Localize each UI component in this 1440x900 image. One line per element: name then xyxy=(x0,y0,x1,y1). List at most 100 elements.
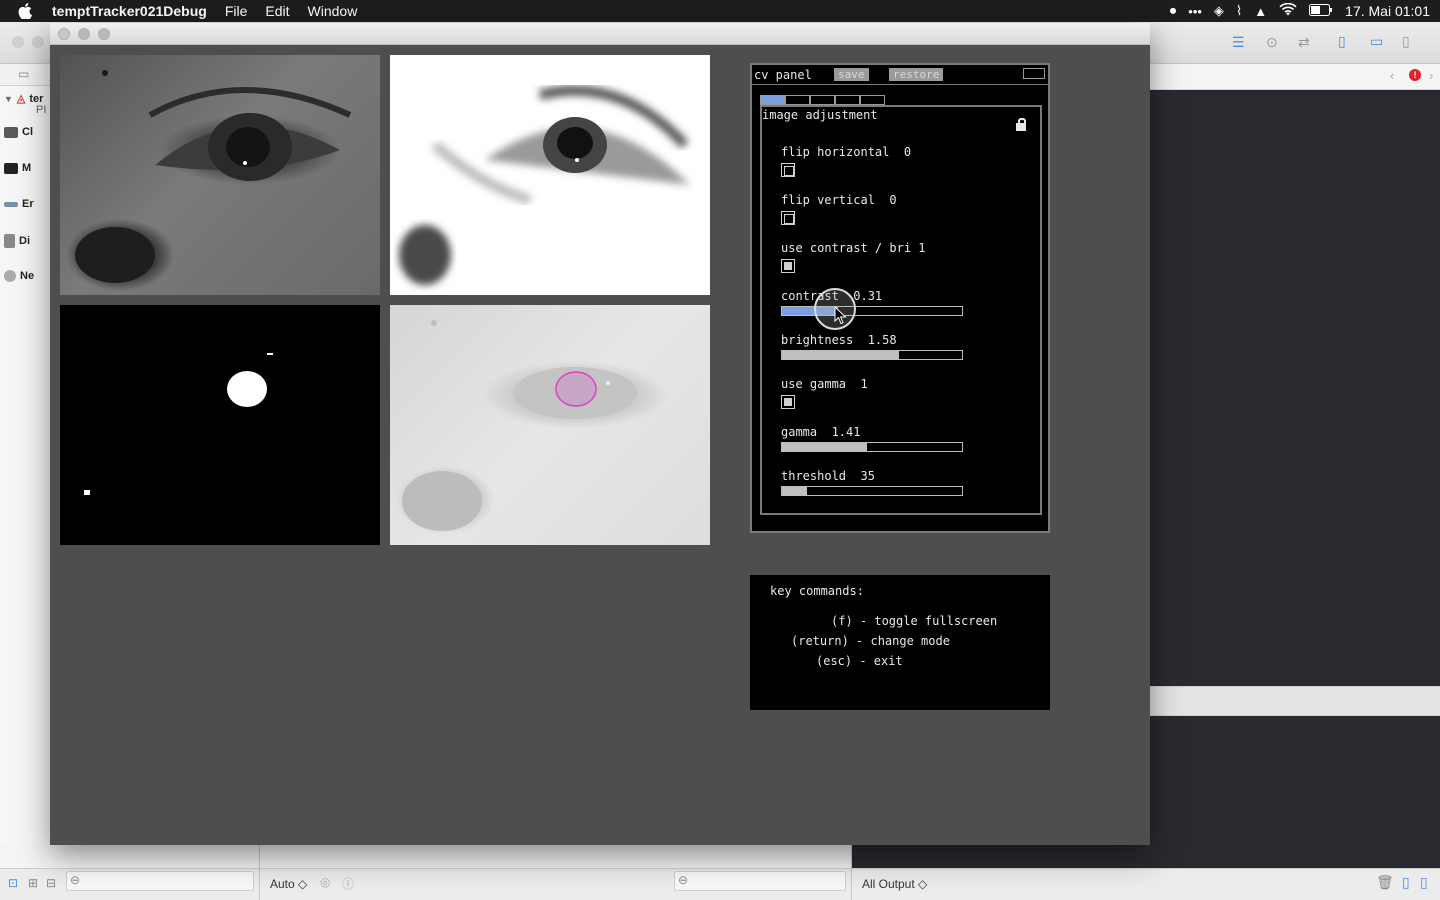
minimize-panel-button[interactable] xyxy=(1023,68,1045,79)
navigator-toggle-icon[interactable]: ▯ xyxy=(1338,33,1346,50)
use-contrast-label: use contrast / bri 1 xyxy=(781,241,926,255)
pupil-marker xyxy=(555,371,597,407)
jump-bar: ‹ ! › xyxy=(1150,64,1440,90)
flip-vertical-label: flip vertical 0 xyxy=(781,193,897,207)
flip-horizontal-label: flip horizontal 0 xyxy=(781,145,912,159)
brightness-slider[interactable] xyxy=(781,350,963,360)
gamma-label: gamma 1.41 xyxy=(781,425,861,439)
close-button[interactable] xyxy=(58,28,70,40)
tab-3[interactable] xyxy=(810,95,835,105)
navigator-selector-bar: ▭ xyxy=(0,64,50,86)
console-output-selector[interactable]: All Output ◇ xyxy=(862,877,927,891)
restore-button[interactable]: restore xyxy=(889,68,944,81)
paperclip-icon[interactable]: ⌇ xyxy=(1236,3,1242,19)
binary-view xyxy=(60,305,380,545)
split-left-icon[interactable]: ▯ xyxy=(1402,874,1410,891)
code-editor[interactable] xyxy=(1150,90,1440,686)
threshold-view xyxy=(390,55,710,295)
app-title-bar[interactable] xyxy=(50,23,1150,45)
forward-icon[interactable]: › xyxy=(1429,68,1433,83)
tracking-view xyxy=(390,305,710,545)
debug-area-toggle-icon[interactable]: ▭ xyxy=(1370,33,1383,50)
back-icon[interactable]: ‹ xyxy=(1390,68,1394,83)
xcode-minimize-button[interactable] xyxy=(32,36,44,48)
recent-icon[interactable]: ⊞ xyxy=(28,876,38,890)
editor-standard-icon[interactable]: ☰ xyxy=(1232,34,1245,51)
scheme-selector[interactable]: Auto ◇ xyxy=(270,877,307,891)
drive-icon[interactable]: ▲ xyxy=(1254,4,1267,19)
xcode-close-button[interactable] xyxy=(12,36,24,48)
key-commands-title: key commands: xyxy=(770,584,864,598)
tab-5[interactable] xyxy=(860,95,885,105)
editor-version-icon[interactable]: ⇄ xyxy=(1298,34,1310,51)
apple-icon[interactable] xyxy=(18,2,36,20)
nav-item-ne[interactable]: Ne xyxy=(4,270,34,282)
battery-icon[interactable] xyxy=(1309,3,1333,19)
cv-panel-header[interactable]: cv panel save restore xyxy=(752,65,1048,85)
editor-assistant-icon[interactable]: ⊙ xyxy=(1266,34,1278,51)
status-area: ⏺ ••• ◈ ⌇ ▲ 17. Mai 01:01 xyxy=(1170,0,1430,22)
threshold-slider[interactable] xyxy=(781,486,963,496)
project-navigator: ▼ ◬ ter PI Cl M Er Di Ne xyxy=(0,86,50,846)
more-icon[interactable]: ••• xyxy=(1188,4,1202,19)
nav-item-di[interactable]: Di xyxy=(4,234,30,248)
panel-tabs xyxy=(760,95,885,105)
key-command-fullscreen: (f) - toggle fullscreen xyxy=(831,614,998,628)
menu-file[interactable]: File xyxy=(225,3,248,19)
contrast-slider[interactable] xyxy=(781,306,963,316)
use-gamma-label: use gamma 1 xyxy=(781,377,868,391)
grayscale-view xyxy=(60,55,380,295)
eye-icon[interactable]: ◎ xyxy=(320,875,330,889)
filter-icon[interactable]: ⊡ xyxy=(8,876,18,890)
clock[interactable]: 17. Mai 01:01 xyxy=(1345,3,1430,19)
save-button[interactable]: save xyxy=(834,68,869,81)
group-title: image adjustment xyxy=(762,108,878,122)
variables-filter-field[interactable]: ⊖ xyxy=(674,871,846,891)
split-right-icon[interactable]: ▯ xyxy=(1420,874,1428,891)
console-output[interactable] xyxy=(1150,716,1440,868)
nav-subtitle: PI xyxy=(36,104,47,116)
record-icon[interactable]: ⏺ xyxy=(1170,3,1177,19)
divider xyxy=(259,845,260,900)
info-icon[interactable]: ⓘ xyxy=(342,875,354,892)
tab-1[interactable] xyxy=(760,95,785,105)
brightness-label: brightness 1.58 xyxy=(781,333,897,347)
folder-icon[interactable]: ▭ xyxy=(18,67,29,81)
app-window: cv panel save restore image adjustment f… xyxy=(50,23,1150,845)
nav-item-er[interactable]: Er xyxy=(4,198,34,210)
scm-icon[interactable]: ⊟ xyxy=(46,876,56,890)
debug-bar xyxy=(1150,686,1440,716)
flip-horizontal-checkbox[interactable] xyxy=(781,163,795,177)
menu-bar: temptTracker021Debug File Edit Window ⏺ … xyxy=(0,0,1440,22)
dropbox-icon[interactable]: ◈ xyxy=(1214,3,1224,19)
cv-panel-title: cv panel xyxy=(754,68,812,82)
lock-icon[interactable] xyxy=(1016,118,1026,131)
console-output-lower[interactable] xyxy=(852,845,1150,868)
threshold-label: threshold 35 xyxy=(781,469,875,483)
key-commands-panel: key commands: (f) - toggle fullscreen (r… xyxy=(750,575,1050,710)
wifi-icon[interactable] xyxy=(1279,2,1297,19)
divider xyxy=(851,845,852,900)
menu-app-name[interactable]: temptTracker021Debug xyxy=(52,3,207,19)
menu-edit[interactable]: Edit xyxy=(265,3,289,19)
key-command-exit: (esc) - exit xyxy=(816,654,903,668)
tab-2[interactable] xyxy=(785,95,810,105)
menu-window[interactable]: Window xyxy=(308,3,358,19)
gamma-slider[interactable] xyxy=(781,442,963,452)
use-gamma-checkbox[interactable] xyxy=(781,395,795,409)
error-icon[interactable]: ! xyxy=(1409,69,1421,81)
cv-panel: cv panel save restore image adjustment f… xyxy=(750,63,1050,533)
zoom-button[interactable] xyxy=(98,28,110,40)
nav-item-cl[interactable]: Cl xyxy=(4,126,33,138)
flip-vertical-checkbox[interactable] xyxy=(781,211,795,225)
mouse-cursor-icon xyxy=(834,306,847,325)
navigator-filter-field[interactable]: ⊖ xyxy=(66,871,254,891)
image-adjustment-group: image adjustment flip horizontal 0 flip … xyxy=(760,105,1042,515)
use-contrast-checkbox[interactable] xyxy=(781,259,795,273)
trash-icon[interactable]: 🗑 xyxy=(1376,874,1394,891)
minimize-button[interactable] xyxy=(78,28,90,40)
tab-4[interactable] xyxy=(835,95,860,105)
filter-field-icon: ⊖ xyxy=(70,873,81,887)
utilities-toggle-icon[interactable]: ▯ xyxy=(1402,33,1410,50)
nav-item-m[interactable]: M xyxy=(4,162,31,174)
